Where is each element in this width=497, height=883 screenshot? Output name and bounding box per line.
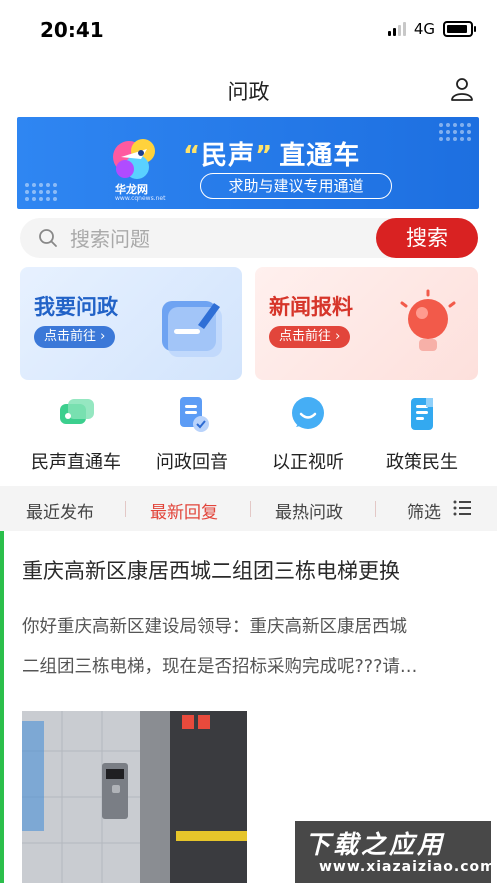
- quick-links: 民声直通车 问政回音 以正视听 政策民生: [0, 392, 497, 478]
- article-image[interactable]: [22, 711, 247, 883]
- card-action-button[interactable]: 点击前往 ›: [34, 326, 116, 348]
- smile-bubble-icon: [292, 397, 324, 429]
- logo-sub-label: www.cqnews.net: [115, 195, 166, 202]
- search-input[interactable]: [68, 224, 372, 254]
- quick-link-echo[interactable]: 问政回音: [130, 392, 254, 478]
- quick-link-label: 以正视听: [272, 452, 344, 473]
- status-indicators: 4G: [387, 20, 476, 38]
- card-title: 新闻报料: [269, 295, 353, 319]
- tab-divider: [250, 501, 251, 517]
- news-tip-card[interactable]: 新闻报料 点击前往 ›: [255, 267, 478, 380]
- quick-link-minsheng[interactable]: 民声直通车: [14, 392, 138, 478]
- edit-document-icon: [162, 301, 222, 357]
- article-title[interactable]: 重庆高新区康居西城二组团三栋电梯更换: [22, 555, 400, 585]
- nav-bar: 问政: [0, 68, 497, 112]
- tab-recent[interactable]: 最近发布: [26, 498, 94, 523]
- quick-link-clarify[interactable]: 以正视听: [246, 392, 370, 478]
- banner-quote-close: ”: [255, 141, 274, 171]
- tab-divider: [375, 501, 376, 517]
- watermark-url: www.xiazaiziao.com: [319, 859, 496, 875]
- banner-quote-open: “: [183, 141, 202, 171]
- search-row: 搜索: [20, 218, 478, 258]
- article-excerpt-line: 二组团三栋电梯，现在是否招标采购完成呢???请…: [22, 657, 418, 677]
- watermark-main-text: 下载之应用: [305, 830, 446, 859]
- quick-link-label: 民声直通车: [31, 452, 121, 473]
- article-accent-bar: [0, 531, 4, 883]
- chat-bubbles-icon: [60, 399, 94, 424]
- search-button[interactable]: 搜索: [376, 218, 478, 258]
- status-bar: 20:41 4G: [0, 0, 497, 60]
- banner-subtitle: 求助与建议专用通道: [200, 173, 392, 199]
- watermark-overlay: 下载之应用 www.xiazaiziao.com: [295, 821, 495, 883]
- decor-dots-icon: [439, 123, 471, 141]
- decor-dots-icon: [25, 183, 57, 201]
- status-time: 20:41: [40, 18, 104, 42]
- search-icon: [39, 229, 57, 247]
- filter-list-icon[interactable]: [453, 500, 471, 516]
- filter-button[interactable]: 筛选: [407, 498, 441, 523]
- policy-document-icon: [411, 398, 433, 430]
- quick-link-label: 问政回音: [156, 452, 228, 473]
- quick-link-policy[interactable]: 政策民生: [360, 392, 484, 478]
- article-excerpt: 你好重庆高新区建设局领导：重庆高新区康居西城 二组团三栋电梯，现在是否招标采购完…: [22, 607, 480, 687]
- banner-title-highlight: 民声: [201, 141, 256, 171]
- banner-title-rest: 直通车: [279, 141, 361, 171]
- tab-hottest[interactable]: 最热问政: [275, 498, 343, 523]
- tab-latest-reply[interactable]: 最新回复: [150, 498, 218, 523]
- network-type: 4G: [413, 20, 435, 38]
- lightbulb-icon: [400, 289, 456, 351]
- promo-banner[interactable]: 华龙网 www.cqnews.net “民声” 直通车 求助与建议专用通道: [17, 117, 479, 209]
- page-title: 问政: [227, 80, 270, 104]
- banner-title: “民声” 直通车: [183, 135, 360, 172]
- ask-government-card[interactable]: 我要问政 点击前往 ›: [20, 267, 242, 380]
- card-action-button[interactable]: 点击前往 ›: [269, 326, 351, 348]
- tab-bar: 最近发布 最新回复 最热问政 筛选: [0, 486, 497, 531]
- signal-icon: [387, 22, 406, 36]
- document-check-icon: [180, 397, 209, 432]
- article-excerpt-line: 你好重庆高新区建设局领导：重庆高新区康居西城: [22, 617, 407, 637]
- profile-icon[interactable]: [449, 76, 475, 102]
- quick-link-label: 政策民生: [386, 452, 458, 473]
- card-title: 我要问政: [34, 295, 118, 319]
- tab-divider: [125, 501, 126, 517]
- battery-icon: [443, 21, 476, 37]
